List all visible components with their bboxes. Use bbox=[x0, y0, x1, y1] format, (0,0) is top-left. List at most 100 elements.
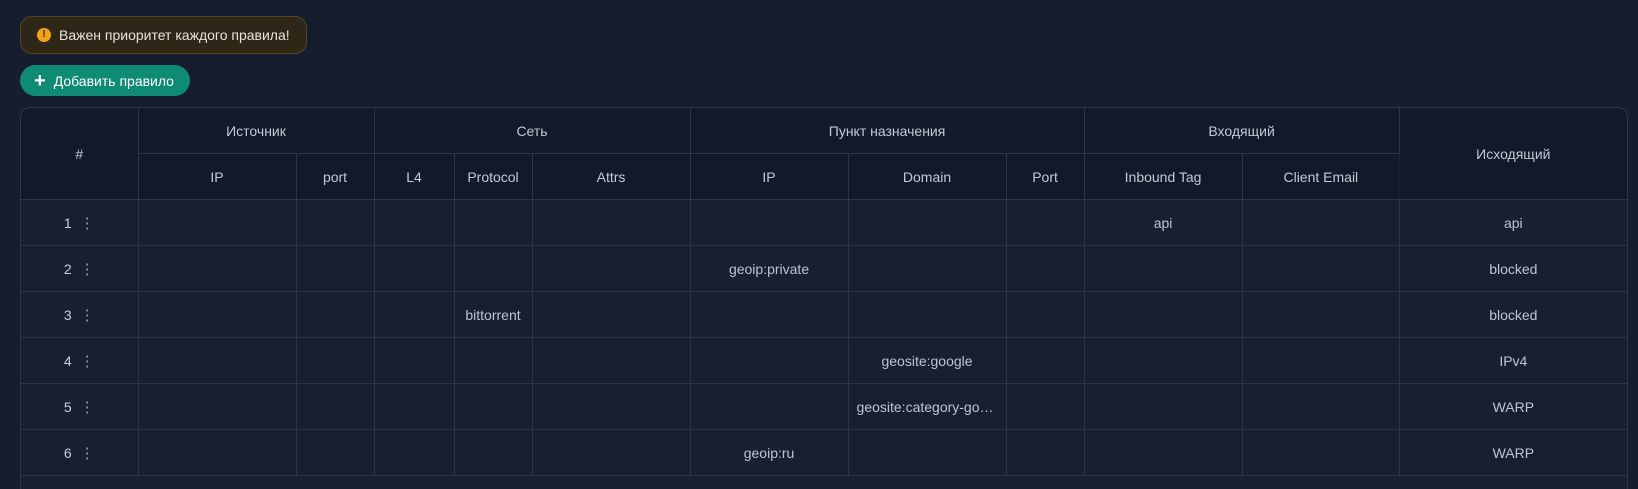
more-vertical-icon[interactable]: ⋮ bbox=[80, 398, 95, 416]
cell-outbound: WARP bbox=[1399, 383, 1627, 430]
table-row: 5 ⋮ geosite:category-gov… WARP bbox=[21, 383, 1627, 430]
cell-dest-ip bbox=[690, 291, 849, 338]
cell-domain bbox=[848, 429, 1007, 476]
cell-outbound: api bbox=[1399, 199, 1627, 246]
cell-dest-ip: geoip:private bbox=[690, 245, 849, 292]
cell-domain: geosite:category-gov… bbox=[848, 383, 1007, 430]
header-client-email: Client Email bbox=[1242, 153, 1400, 200]
cell-dest-port bbox=[1006, 245, 1085, 292]
header-group-network: Сеть bbox=[374, 108, 691, 154]
table-row: 4 ⋮ geosite:google IPv4 bbox=[21, 337, 1627, 384]
header-l4: L4 bbox=[374, 153, 455, 200]
cell-source-ip bbox=[138, 383, 297, 430]
rules-table: # Источник Сеть Пункт назначения Входящи… bbox=[20, 107, 1628, 489]
cell-l4 bbox=[374, 245, 455, 292]
cell-protocol bbox=[454, 245, 533, 292]
cell-protocol: bittorrent bbox=[454, 291, 533, 338]
header-dest-ip: IP bbox=[690, 153, 849, 200]
more-vertical-icon[interactable]: ⋮ bbox=[80, 306, 95, 324]
row-number: 1 bbox=[63, 214, 72, 231]
table-row: 3 ⋮ bittorrent blocked bbox=[21, 291, 1627, 338]
cell-l4 bbox=[374, 429, 455, 476]
cell-attrs bbox=[532, 383, 691, 430]
cell-l4 bbox=[374, 291, 455, 338]
cell-source-ip bbox=[138, 245, 297, 292]
header-group-destination: Пункт назначения bbox=[690, 108, 1085, 154]
plus-icon: + bbox=[34, 69, 46, 92]
row-number: 4 bbox=[63, 352, 72, 369]
cell-dest-port bbox=[1006, 337, 1085, 384]
row-number: 2 bbox=[63, 260, 72, 277]
cell-l4 bbox=[374, 337, 455, 384]
cell-inbound-tag bbox=[1084, 429, 1243, 476]
cell-dest-ip bbox=[690, 383, 849, 430]
row-number: 5 bbox=[63, 398, 72, 415]
cell-source-port bbox=[296, 429, 375, 476]
header-number: # bbox=[21, 108, 139, 200]
header-group-inbound: Входящий bbox=[1084, 108, 1400, 154]
cell-protocol bbox=[454, 429, 533, 476]
cell-inbound-tag: api bbox=[1084, 199, 1243, 246]
cell-inbound-tag bbox=[1084, 245, 1243, 292]
header-domain: Domain bbox=[848, 153, 1007, 200]
cell-domain: geosite:google bbox=[848, 337, 1007, 384]
cell-source-port bbox=[296, 337, 375, 384]
add-rule-label: Добавить правило bbox=[53, 72, 174, 89]
cell-source-port bbox=[296, 383, 375, 430]
cell-source-ip bbox=[138, 291, 297, 338]
cell-client-email bbox=[1242, 291, 1400, 338]
cell-client-email bbox=[1242, 199, 1400, 246]
cell-l4 bbox=[374, 199, 455, 246]
cell-outbound: IPv4 bbox=[1399, 337, 1627, 384]
header-source-port: port bbox=[296, 153, 375, 200]
warning-icon: ! bbox=[37, 28, 51, 42]
cell-attrs bbox=[532, 337, 691, 384]
more-vertical-icon[interactable]: ⋮ bbox=[80, 444, 95, 462]
priority-alert: ! Важен приоритет каждого правила! bbox=[20, 16, 307, 54]
cell-source-port bbox=[296, 199, 375, 246]
cell-dest-port bbox=[1006, 429, 1085, 476]
more-vertical-icon[interactable]: ⋮ bbox=[80, 260, 95, 278]
table-row: 1 ⋮ api api bbox=[21, 199, 1627, 246]
header-outbound: Исходящий bbox=[1399, 108, 1627, 200]
cell-l4 bbox=[374, 383, 455, 430]
cell-outbound: blocked bbox=[1399, 245, 1627, 292]
cell-protocol bbox=[454, 383, 533, 430]
cell-attrs bbox=[532, 429, 691, 476]
cell-attrs bbox=[532, 245, 691, 292]
cell-attrs bbox=[532, 291, 691, 338]
cell-client-email bbox=[1242, 245, 1400, 292]
cell-source-ip bbox=[138, 199, 297, 246]
cell-domain bbox=[848, 291, 1007, 338]
cell-outbound: blocked bbox=[1399, 291, 1627, 338]
cell-source-ip bbox=[138, 337, 297, 384]
cell-source-ip bbox=[138, 429, 297, 476]
more-vertical-icon[interactable]: ⋮ bbox=[80, 352, 95, 370]
header-attrs: Attrs bbox=[532, 153, 691, 200]
cell-source-port bbox=[296, 291, 375, 338]
row-number-cell: 6 ⋮ bbox=[21, 429, 139, 476]
cell-protocol bbox=[454, 199, 533, 246]
row-number: 6 bbox=[63, 444, 72, 461]
cell-inbound-tag bbox=[1084, 337, 1243, 384]
row-number-cell: 5 ⋮ bbox=[21, 383, 139, 430]
cell-inbound-tag bbox=[1084, 291, 1243, 338]
row-number-cell: 1 ⋮ bbox=[21, 199, 139, 246]
header-group-source: Источник bbox=[138, 108, 375, 154]
cell-dest-port bbox=[1006, 291, 1085, 338]
cell-dest-port bbox=[1006, 383, 1085, 430]
cell-attrs bbox=[532, 199, 691, 246]
cell-dest-ip bbox=[690, 337, 849, 384]
header-source-ip: IP bbox=[138, 153, 297, 200]
cell-client-email bbox=[1242, 383, 1400, 430]
cell-protocol bbox=[454, 337, 533, 384]
more-vertical-icon[interactable]: ⋮ bbox=[80, 214, 95, 232]
header-protocol: Protocol bbox=[454, 153, 533, 200]
cell-outbound: WARP bbox=[1399, 429, 1627, 476]
cell-domain bbox=[848, 199, 1007, 246]
row-number-cell: 3 ⋮ bbox=[21, 291, 139, 338]
cell-client-email bbox=[1242, 337, 1400, 384]
add-rule-button[interactable]: + Добавить правило bbox=[20, 65, 190, 96]
row-number-cell: 4 ⋮ bbox=[21, 337, 139, 384]
rules-table-body: 1 ⋮ api api 2 ⋮ geoip:private blocked 3 ⋮ bittorre… bbox=[21, 199, 1627, 476]
